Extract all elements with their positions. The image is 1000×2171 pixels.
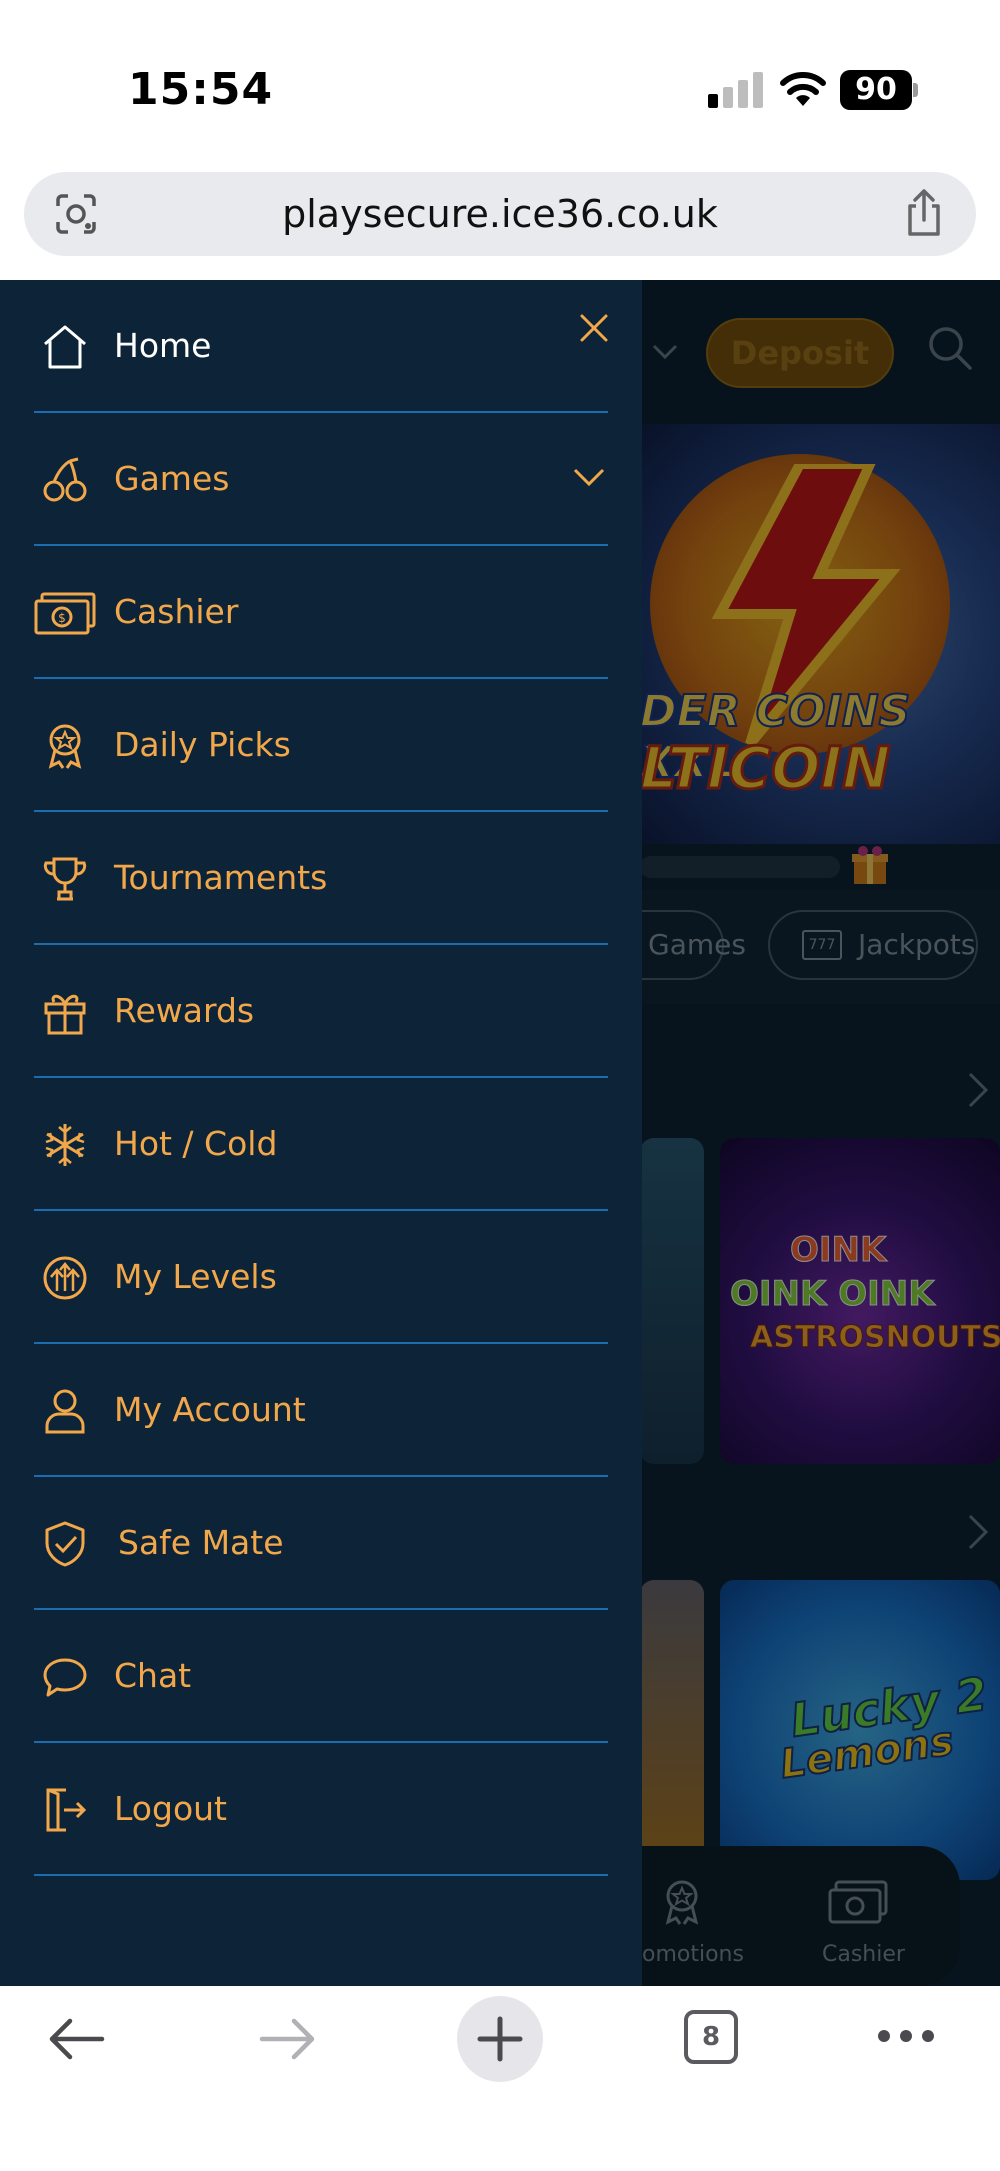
menu-item-tournaments[interactable]: Tournaments	[34, 812, 608, 945]
menu-item-home[interactable]: Home	[34, 280, 608, 413]
user-icon	[45, 1389, 85, 1434]
plus-icon	[477, 2016, 523, 2062]
menu-item-label: Hot / Cold	[114, 1124, 278, 1163]
menu-item-label: Tournaments	[114, 858, 328, 897]
battery-tip	[913, 83, 918, 97]
levels-up-icon	[43, 1256, 87, 1300]
side-menu-drawer: Home Games $ Cashier Daily Picks Tournam…	[0, 280, 642, 1986]
menu-item-label: Rewards	[114, 991, 255, 1030]
trophy-icon	[43, 857, 87, 901]
shield-check-icon	[45, 1521, 85, 1567]
menu-item-chat[interactable]: Chat	[34, 1610, 608, 1743]
cellular-signal-icon	[708, 72, 763, 108]
wifi-icon	[780, 72, 826, 106]
chevron-down-icon[interactable]	[572, 467, 606, 489]
menu-item-daily-picks[interactable]: Daily Picks	[34, 679, 608, 812]
menu-item-label: Cashier	[114, 592, 239, 631]
menu-item-label: Chat	[114, 1656, 192, 1695]
menu-item-label: My Levels	[114, 1257, 277, 1296]
cash-icon: $	[34, 592, 96, 635]
address-bar[interactable]: playsecure.ice36.co.uk	[24, 172, 976, 256]
award-badge-icon	[48, 724, 82, 769]
menu-item-hot-cold[interactable]: Hot / Cold	[34, 1078, 608, 1211]
battery-level: 90	[840, 70, 912, 110]
url-text[interactable]: playsecure.ice36.co.uk	[24, 192, 976, 236]
menu-item-label: My Account	[114, 1390, 306, 1429]
logout-icon	[46, 1788, 87, 1832]
menu-item-label: Home	[114, 326, 212, 365]
back-arrow-icon[interactable]	[46, 2014, 106, 2064]
menu-item-label: Games	[114, 459, 230, 498]
menu-item-games[interactable]: Games	[34, 413, 608, 546]
menu-item-my-levels[interactable]: My Levels	[34, 1211, 608, 1344]
menu-item-cashier[interactable]: $ Cashier	[34, 546, 608, 679]
menu-item-safe-mate[interactable]: Safe Mate	[34, 1477, 608, 1610]
snowflake-icon	[45, 1124, 85, 1166]
menu-item-logout[interactable]: Logout	[34, 1743, 608, 1876]
drawer-backdrop[interactable]	[642, 280, 1000, 1986]
status-bar: 15:54 90	[0, 0, 1000, 165]
more-options-icon[interactable]	[876, 2026, 936, 2046]
forward-arrow-icon[interactable]	[258, 2014, 318, 2064]
menu-item-label: Logout	[114, 1789, 227, 1828]
battery-indicator: 90	[840, 70, 918, 110]
menu-item-my-account[interactable]: My Account	[34, 1344, 608, 1477]
chat-bubble-icon	[43, 1658, 87, 1697]
menu-item-label: Daily Picks	[114, 725, 291, 764]
browser-toolbar: 8	[0, 1986, 1000, 2171]
menu-item-label: Safe Mate	[118, 1523, 284, 1562]
new-tab-button[interactable]	[457, 1996, 543, 2082]
tabs-count-button[interactable]: 8	[684, 2010, 738, 2064]
status-time: 15:54	[128, 64, 274, 115]
cherries-icon	[43, 457, 87, 502]
gift-icon	[44, 994, 86, 1035]
svg-text:$: $	[58, 611, 66, 625]
home-icon	[44, 325, 86, 369]
share-icon[interactable]	[902, 188, 946, 238]
menu-item-rewards[interactable]: Rewards	[34, 945, 608, 1078]
